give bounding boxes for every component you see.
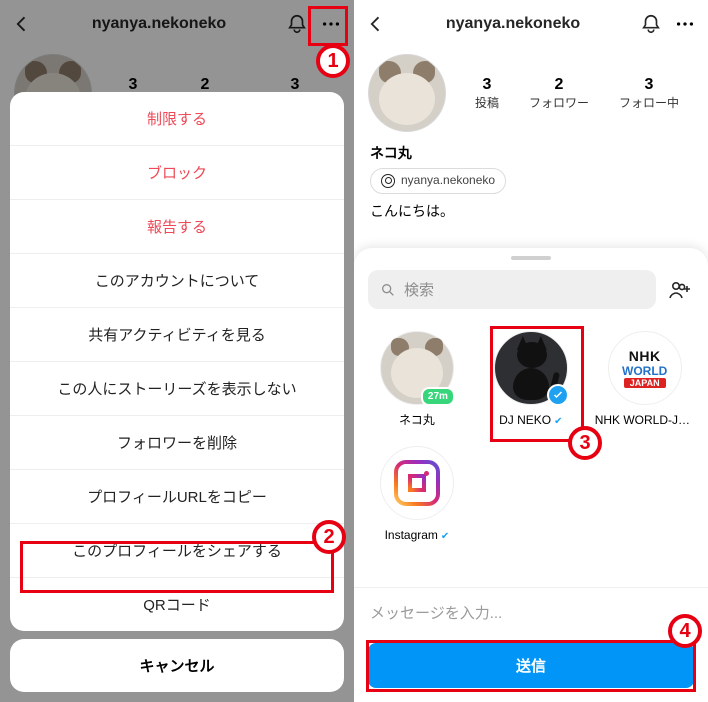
ellipsis-icon [674, 13, 696, 35]
right-panel: nyanya.nekoneko 3投稿 2フォロワー 3フォロー中 ネコ丸 ny… [354, 0, 708, 702]
more-options-button[interactable] [670, 13, 700, 35]
annotation-badge-2: 2 [312, 520, 346, 554]
menu-report[interactable]: 報告する [10, 199, 344, 253]
threads-handle: nyanya.nekoneko [401, 171, 495, 190]
annotation-badge-3: 3 [568, 426, 602, 460]
avatar[interactable] [368, 54, 446, 132]
recipient-instagram[interactable]: Instagram✔ [360, 440, 474, 555]
stat-following[interactable]: 3フォロー中 [619, 76, 679, 111]
stat-followers[interactable]: 2フォロワー [529, 76, 589, 111]
bio-text: こんにちは。 [370, 200, 692, 222]
back-button[interactable] [362, 14, 390, 34]
add-people-button[interactable] [666, 278, 694, 302]
profile-header: nyanya.nekoneko [354, 0, 708, 48]
recipient-avatar: NHKWORLDJAPAN [608, 331, 682, 405]
threads-icon [381, 174, 395, 188]
menu-remove-follower[interactable]: フォロワーを削除 [10, 415, 344, 469]
action-sheet: 制限する ブロック 報告する このアカウントについて 共有アクティビティを見る … [10, 92, 344, 692]
recipient-nekomaru[interactable]: 27m ネコ丸 [360, 325, 474, 440]
bell-icon [640, 13, 662, 35]
share-search-row: 検索 [354, 270, 708, 319]
menu-cancel[interactable]: キャンセル [10, 639, 344, 692]
recipient-label: NHK WORLD-JAPAN...✔ [595, 413, 695, 428]
instagram-icon [394, 460, 440, 506]
notifications-button[interactable] [636, 13, 666, 35]
menu-restrict[interactable]: 制限する [10, 92, 344, 145]
recipient-label: ネコ丸 [399, 413, 435, 427]
profile-summary: 3投稿 2フォロワー 3フォロー中 [354, 48, 708, 142]
menu-hide-story[interactable]: この人にストーリーズを表示しない [10, 361, 344, 415]
profile-username: nyanya.nekoneko [394, 15, 632, 33]
verified-icon: ✔ [441, 531, 449, 542]
sheet-grabber[interactable] [511, 256, 551, 260]
annotation-badge-1: 1 [316, 44, 350, 78]
message-input[interactable]: メッセージを入力... [354, 587, 708, 637]
recipient-nhk[interactable]: NHKWORLDJAPAN NHK WORLD-JAPAN...✔ [588, 325, 702, 440]
recipient-label: Instagram✔ [385, 528, 450, 543]
share-search-input[interactable]: 検索 [368, 270, 656, 309]
annotation-box-4 [366, 640, 696, 692]
stat-posts[interactable]: 3投稿 [475, 76, 499, 111]
recipient-avatar [380, 446, 454, 520]
left-panel: nyanya.nekoneko 3投稿 2フォロワー 3フォロー中 制限する ブ… [0, 0, 354, 702]
activity-badge: 27m [421, 387, 455, 406]
menu-copy-url[interactable]: プロフィールURLをコピー [10, 469, 344, 523]
annotation-box-2 [20, 541, 334, 593]
threads-link[interactable]: nyanya.nekoneko [370, 168, 506, 193]
menu-shared-activity[interactable]: 共有アクティビティを見る [10, 307, 344, 361]
search-icon [380, 282, 396, 298]
recipient-avatar: 27m [380, 331, 454, 405]
profile-bio: ネコ丸 nyanya.nekoneko こんにちは。 [354, 142, 708, 222]
display-name: ネコ丸 [370, 142, 692, 164]
add-people-icon [668, 278, 692, 302]
annotation-box-3 [490, 326, 584, 442]
share-search-placeholder: 検索 [404, 279, 434, 300]
profile-stats: 3投稿 2フォロワー 3フォロー中 [460, 76, 694, 111]
annotation-badge-4: 4 [668, 614, 702, 648]
share-sheet: 検索 27m ネコ丸 DJ NEKO✔ NHKWORLDJAPA [354, 248, 708, 702]
menu-block[interactable]: ブロック [10, 145, 344, 199]
annotation-box-1 [308, 6, 348, 46]
menu-about-account[interactable]: このアカウントについて [10, 253, 344, 307]
chevron-left-icon [366, 14, 386, 34]
